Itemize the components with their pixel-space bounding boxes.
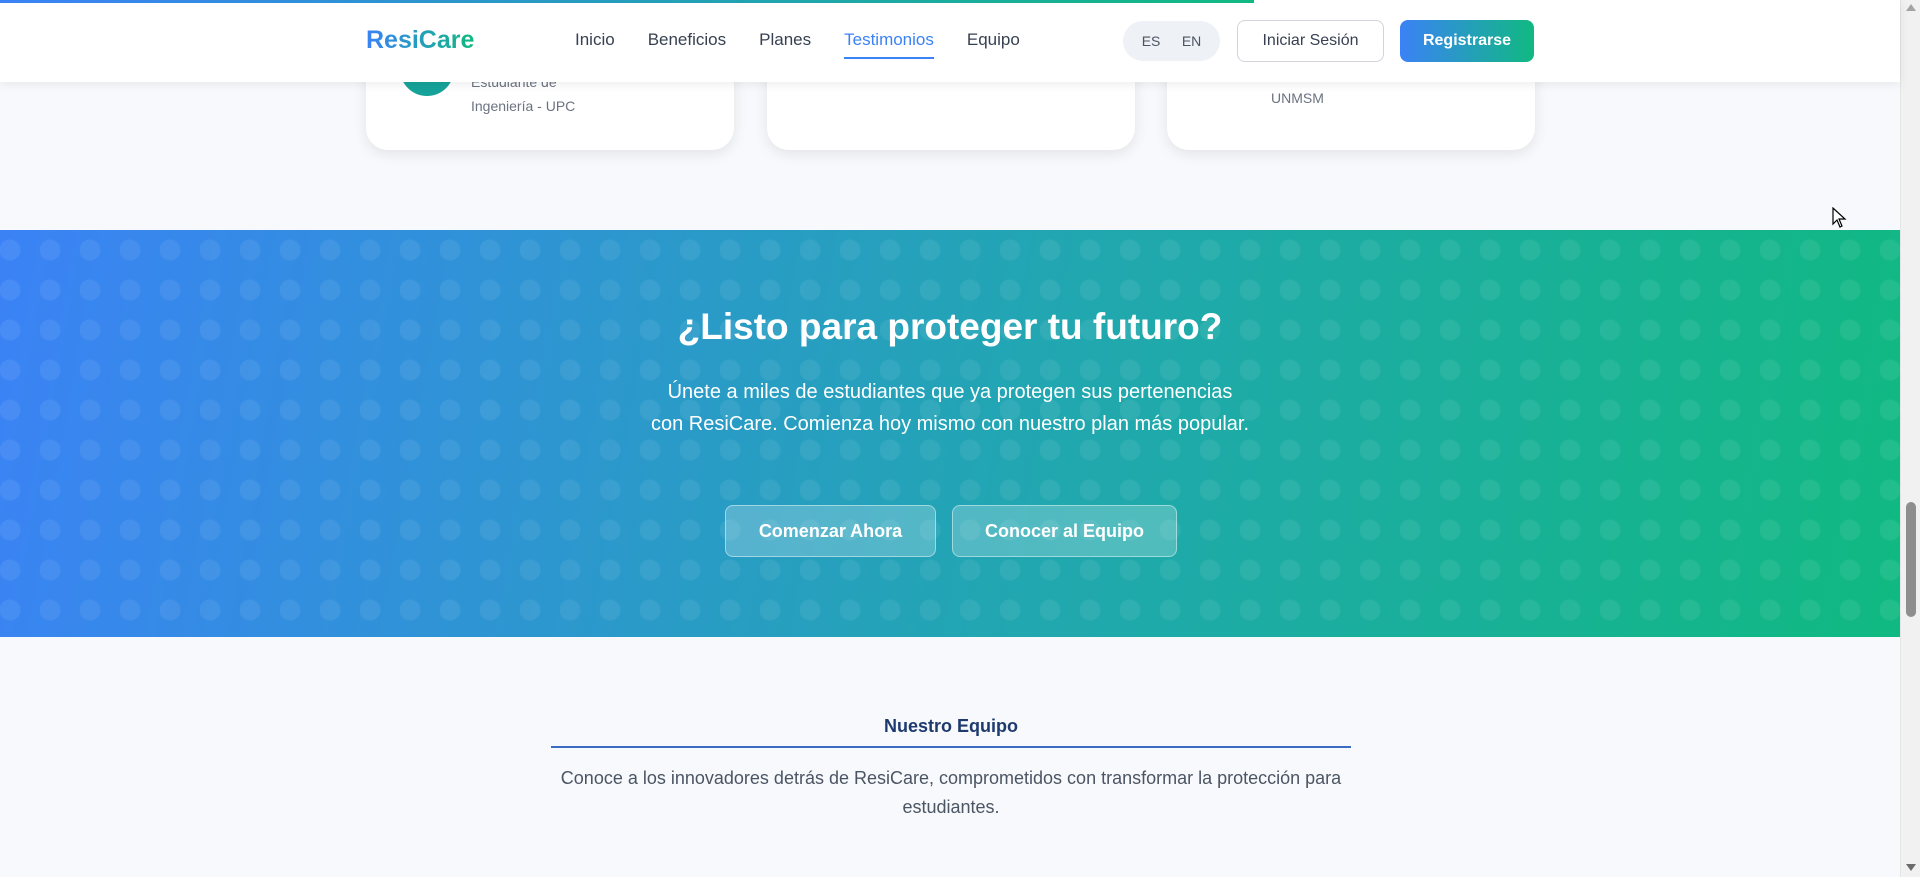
login-button[interactable]: Iniciar Sesión xyxy=(1237,20,1384,62)
testimonial-role-line: Ingeniería - UPC xyxy=(471,98,576,114)
scrollbar-thumb[interactable] xyxy=(1906,502,1916,617)
scroll-down-arrow-icon[interactable] xyxy=(1906,864,1916,871)
lang-es-button[interactable]: ES xyxy=(1142,33,1161,49)
cta-title: ¿Listo para proteger tu futuro? xyxy=(677,306,1223,347)
scroll-progress-fill xyxy=(0,0,1254,3)
cta-subtitle: Únete a miles de estudiantes que ya prot… xyxy=(650,381,1250,435)
nav-link-planes[interactable]: Planes xyxy=(759,30,811,59)
page-scrollbar[interactable] xyxy=(1900,0,1920,877)
start-now-button[interactable]: Comenzar Ahora xyxy=(725,505,936,557)
register-button[interactable]: Registrarse xyxy=(1400,20,1534,62)
language-switcher: ES EN xyxy=(1123,21,1220,61)
nav-link-testimonios[interactable]: Testimonios xyxy=(844,30,934,59)
scroll-up-arrow-icon[interactable] xyxy=(1906,4,1916,11)
testimonial-role: UNMSM xyxy=(1271,90,1324,106)
logo[interactable]: ResiCare xyxy=(366,26,474,55)
mouse-cursor-icon xyxy=(1832,207,1847,228)
scroll-progress-bar xyxy=(0,0,1900,3)
team-title: Nuestro Equipo xyxy=(551,716,1351,748)
cta-section: ¿Listo para proteger tu futuro? Únete a … xyxy=(0,230,1900,637)
nav-link-equipo[interactable]: Equipo xyxy=(967,30,1020,59)
team-subtitle: Conoce a los innovadores detrás de ResiC… xyxy=(560,768,1342,817)
site-header: ResiCare Inicio Beneficios Planes Testim… xyxy=(0,0,1900,82)
nav-link-inicio[interactable]: Inicio xyxy=(575,30,615,59)
meet-team-button[interactable]: Conocer al Equipo xyxy=(952,505,1177,557)
nav-link-beneficios[interactable]: Beneficios xyxy=(648,30,726,59)
main-nav: Inicio Beneficios Planes Testimonios Equ… xyxy=(575,30,1053,59)
lang-en-button[interactable]: EN xyxy=(1182,33,1201,49)
